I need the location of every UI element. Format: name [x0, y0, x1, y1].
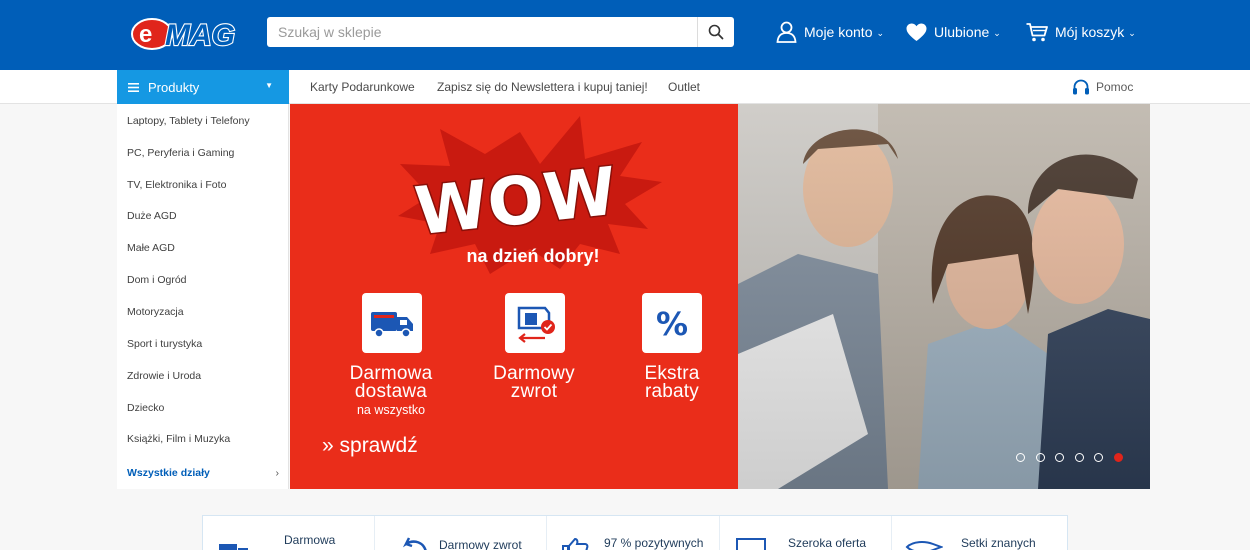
check-offer-link[interactable]: » sprawdź — [322, 434, 418, 458]
feature-free-return[interactable]: Darmowy zwrot — [375, 516, 547, 550]
favorites-menu[interactable]: Ulubione ⌄ — [906, 19, 1001, 45]
sidebar-item-tv[interactable]: TV, Elektronika i Foto — [117, 169, 289, 201]
feature-wide-offer[interactable]: Szeroka oferta — [720, 516, 892, 550]
nav-link-gift-cards[interactable]: Karty Podarunkowe — [310, 70, 415, 104]
carousel-dot-3[interactable] — [1055, 453, 1064, 462]
thumbs-up-icon — [562, 538, 589, 550]
people-with-tablet-image — [738, 104, 1150, 489]
chevron-down-icon: ▼ — [265, 81, 273, 90]
sidebar-item-sport[interactable]: Sport i turystyka — [117, 328, 289, 360]
return-box-icon — [505, 293, 565, 353]
svg-text:e: e — [139, 21, 152, 48]
headset-icon — [1073, 79, 1089, 94]
chevron-down-icon: ⌄ — [876, 27, 885, 38]
tile-extra-discounts-text: Ekstra rabaty — [617, 364, 727, 402]
category-sidebar: Laptopy, Tablety i Telefony PC, Peryferi… — [117, 104, 289, 489]
feature-label: Setki znanych — [961, 536, 1036, 550]
sidebar-item-home-garden[interactable]: Dom i Ogród — [117, 264, 289, 296]
tile-line2: rabaty — [644, 381, 699, 402]
tile-free-delivery-sub: na wszystko — [356, 403, 426, 417]
percent-icon: % — [642, 293, 702, 353]
help-label: Pomoc — [1096, 80, 1134, 94]
feature-known-brands[interactable]: Setki znanych — [892, 516, 1068, 550]
tile-line2: dostawa — [354, 381, 428, 402]
tile-free-delivery-text: Darmowa dostawa — [336, 364, 446, 402]
tag-icon — [905, 541, 943, 550]
chevron-down-icon: ⌄ — [993, 27, 1001, 38]
sidebar-item-small-appliances[interactable]: Małe AGD — [117, 232, 289, 264]
carousel-dot-1[interactable] — [1016, 453, 1025, 462]
feature-label: Darmowa — [284, 533, 336, 547]
sidebar-item-pc[interactable]: PC, Peryferia i Gaming — [117, 137, 289, 169]
monitor-icon — [736, 538, 766, 550]
features-strip: Darmowa Darmowy zwrot 97 % pozytywnych S… — [202, 515, 1068, 550]
svg-text:MAG: MAG — [165, 19, 235, 52]
help-link[interactable]: Pomoc — [1072, 70, 1133, 104]
carousel-dot-6[interactable] — [1113, 453, 1123, 462]
user-icon — [776, 21, 797, 43]
products-label: Produkty — [148, 79, 200, 95]
search-icon — [708, 24, 724, 40]
truck-icon — [219, 544, 248, 550]
wow-tagline: na dzień dobry! — [466, 246, 599, 266]
account-label: Moje konto — [804, 24, 873, 40]
sidebar-item-all-departments[interactable]: Wszystkie działy › — [117, 457, 289, 489]
sidebar-item-large-appliances[interactable]: Duże AGD — [117, 200, 289, 232]
hamburger-icon — [128, 82, 139, 92]
promo-photo[interactable] — [738, 104, 1150, 489]
cart-label: Mój koszyk — [1055, 24, 1125, 40]
carousel-dot-5[interactable] — [1094, 453, 1103, 462]
search-bar — [267, 17, 734, 47]
tile-free-return-text: Darmowy zwrot — [479, 364, 589, 402]
cart-icon — [1026, 22, 1048, 41]
feature-label: Szeroka oferta — [788, 536, 867, 550]
emag-logo[interactable]: e MAG — [130, 12, 252, 53]
all-departments-label: Wszystkie działy — [127, 467, 210, 479]
nav-link-newsletter[interactable]: Zapisz się do Newslettera i kupuj taniej… — [437, 70, 648, 104]
carousel-dot-4[interactable] — [1074, 453, 1084, 462]
carousel-dot-2[interactable] — [1035, 453, 1045, 462]
favorites-label: Ulubione — [934, 24, 990, 40]
chevron-right-icon: › — [275, 467, 280, 479]
heart-icon — [906, 23, 927, 41]
promo-banner[interactable]: WOW na dzień dobry! % Darmowa dostawa na… — [290, 104, 738, 489]
truck-icon — [362, 293, 422, 353]
products-menu-button[interactable]: Produkty ▼ — [117, 70, 289, 104]
sidebar-item-kids[interactable]: Dziecko — [117, 392, 289, 424]
sidebar-item-health-beauty[interactable]: Zdrowie i Uroda — [117, 360, 289, 392]
carousel-dots — [1016, 453, 1133, 462]
chevron-down-icon: ⌄ — [1128, 27, 1136, 38]
svg-text:%: % — [656, 305, 688, 343]
tile-line2: zwrot — [510, 381, 558, 402]
feature-positive-reviews[interactable]: 97 % pozytywnych — [547, 516, 720, 550]
feature-label: Darmowy zwrot — [439, 538, 522, 550]
feature-free-delivery[interactable]: Darmowa — [203, 516, 375, 550]
nav-bar: Produkty ▼ Karty Podarunkowe Zapisz się … — [0, 70, 1250, 104]
sidebar-item-books[interactable]: Książki, Film i Muzyka — [117, 423, 289, 455]
sidebar-item-automotive[interactable]: Motoryzacja — [117, 296, 289, 328]
sidebar-item-laptops[interactable]: Laptopy, Tablety i Telefony — [117, 105, 289, 137]
top-header: e MAG Moje konto ⌄ Ulubione ⌄ — [0, 0, 1250, 70]
nav-link-outlet[interactable]: Outlet — [668, 70, 700, 104]
return-icon — [402, 537, 427, 550]
cart-menu[interactable]: Mój koszyk ⌄ — [1026, 19, 1136, 45]
feature-label: 97 % pozytywnych — [604, 536, 704, 550]
account-menu[interactable]: Moje konto ⌄ — [776, 19, 884, 45]
search-input[interactable] — [267, 17, 697, 47]
search-button[interactable] — [697, 17, 734, 47]
